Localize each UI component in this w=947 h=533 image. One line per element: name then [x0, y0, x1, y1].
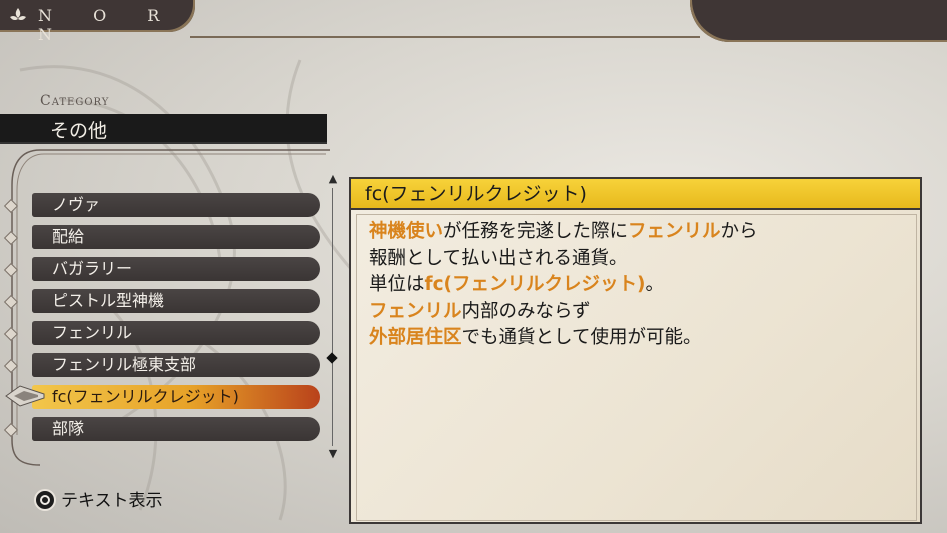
top-bar: N O R N [0, 0, 947, 44]
highlighted-term: フェンリル [628, 221, 721, 242]
list-item-label: フェンリル極東支部 [52, 355, 197, 374]
list-item-nova[interactable]: ノヴァ [32, 193, 320, 217]
brand-title: N O R N [38, 6, 178, 44]
top-bar-left-panel: N O R N [0, 0, 195, 44]
description-text: 内部のみならず [461, 300, 591, 322]
scroll-track[interactable] [332, 188, 333, 446]
scroll-up-arrow-icon[interactable]: ▲ [326, 173, 340, 185]
detail-description: 神機使いが任務を完遂した際にフェンリルから 報酬として払い出される通貨。 単位はfc… [356, 214, 917, 521]
detail-panel: fc(フェンリルクレジット) 神機使いが任務を完遂した際にフェンリルから 報酬とし… [349, 177, 922, 524]
selection-cursor-icon [5, 385, 45, 407]
prompt-label: テキスト表示 [61, 491, 163, 511]
highlighted-term: 外部居住区 [369, 327, 462, 348]
list-item-unit[interactable]: 部隊 [32, 417, 320, 441]
list-item-label: バガラリー [52, 259, 133, 278]
list-item-pistol-god-arc[interactable]: ピストル型神機 [32, 289, 320, 313]
category-value: その他 [50, 120, 108, 142]
top-bar-divider [190, 36, 700, 38]
top-bar-right-panel [690, 0, 947, 42]
list-item-ration[interactable]: 配給 [32, 225, 320, 249]
list-item-fenrir-far-east[interactable]: フェンリル極東支部 [32, 353, 320, 377]
detail-title: fc(フェンリルクレジット) [351, 179, 920, 210]
description-line: 外部居住区でも通貨として使用が可能。 [369, 325, 904, 352]
description-text: 報酬として払い出される通貨。 [369, 247, 628, 269]
list-item-fenrir-credit[interactable]: fc(フェンリルクレジット) [32, 385, 320, 409]
list-item-label: fc(フェンリルクレジット) [52, 387, 239, 406]
description-text: が任務を完遂した際に [443, 221, 629, 242]
description-line: 単位はfc(フェンリルクレジット)。 [369, 272, 904, 299]
description-text: でも通貨として使用が可能。 [461, 327, 702, 348]
list-item-label: ピストル型神機 [52, 291, 165, 310]
highlighted-term: 神機使い [369, 221, 444, 242]
description-text: 単位は [369, 274, 425, 295]
description-line: 神機使いが任務を完遂した際にフェンリルから [369, 219, 904, 246]
circle-button-icon [34, 489, 56, 511]
description-text: から [720, 221, 758, 242]
list-item-label: ノヴァ [52, 195, 101, 214]
description-line: 報酬として払い出される通貨。 [369, 246, 904, 273]
category-heading: Category [40, 93, 110, 109]
description-text: 。 [645, 274, 664, 295]
highlighted-term: fc(フェンリルクレジット) [424, 274, 646, 295]
list-item-label: フェンリル [52, 323, 133, 342]
fleur-icon [10, 8, 26, 21]
list-item-label: 配給 [52, 227, 85, 246]
list-item-fenrir[interactable]: フェンリル [32, 321, 320, 345]
list-item-bagaraly[interactable]: バガラリー [32, 257, 320, 281]
description-line: フェンリル内部のみならず [369, 299, 904, 326]
highlighted-term: フェンリル [369, 300, 462, 322]
list-item-label: 部隊 [52, 419, 85, 438]
scroll-down-arrow-icon[interactable]: ▼ [326, 448, 340, 460]
